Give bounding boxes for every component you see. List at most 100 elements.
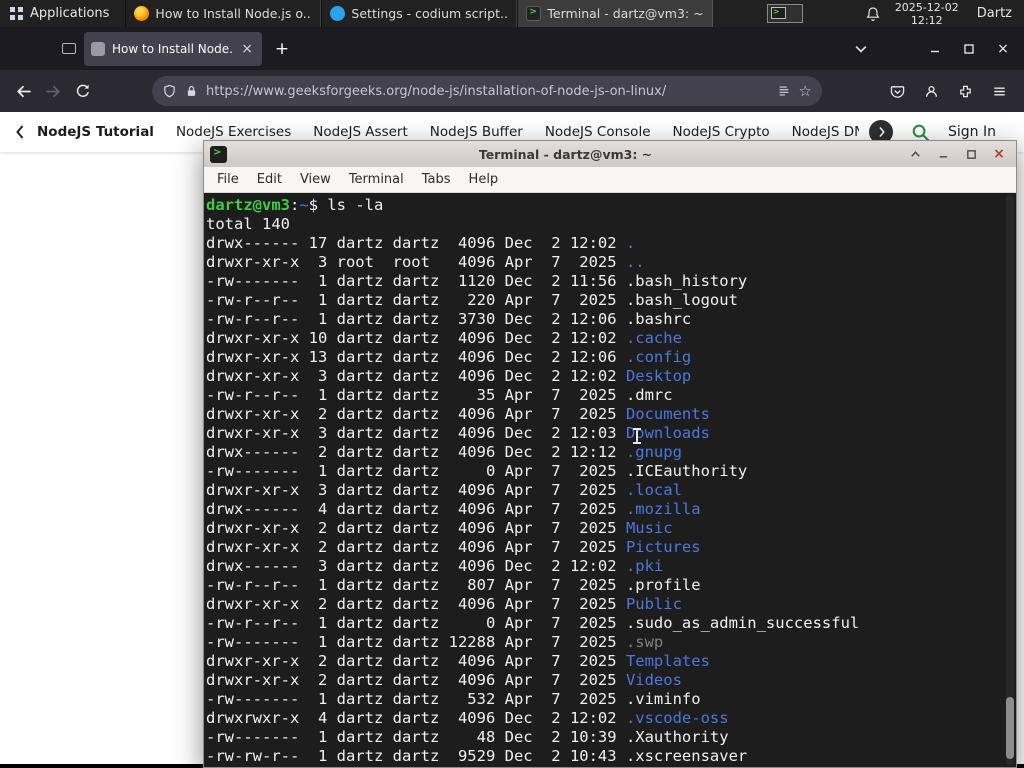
taskbar-button[interactable]: Terminal - dartz@vm3: ~ [517, 0, 714, 27]
notification-bell-icon[interactable] [865, 6, 883, 22]
terminal-text-segment: .profile [625, 576, 701, 594]
terminal-title: Terminal - dartz@vm3: ~ [478, 146, 653, 162]
terminal-text-segment: drwxr-xr-x 3 dartz dartz 4096 Dec 2 12:0… [206, 367, 626, 385]
terminal-scrollbar-thumb[interactable] [1006, 697, 1014, 759]
site-nav-item[interactable]: NodeJS Crypto [673, 124, 770, 140]
terminal-menu-item[interactable]: View [291, 172, 340, 187]
tab-close-icon[interactable]: × [239, 41, 255, 57]
workspace-window-thumbnail [770, 7, 786, 19]
extensions-icon[interactable] [948, 76, 982, 106]
terminal-line: -rw-r--r-- 1 dartz dartz 220 Apr 7 2025 … [206, 291, 1016, 310]
forward-button[interactable] [38, 76, 68, 106]
site-nav-item[interactable]: NodeJS Exercises [176, 124, 291, 140]
pocket-icon[interactable] [880, 76, 914, 106]
reader-view-icon[interactable] [777, 84, 791, 98]
terminal-text-segment: .mozilla [625, 500, 701, 518]
site-nav-item[interactable]: NodeJS Tutorial [37, 124, 154, 140]
terminal-text-segment: drwxr-xr-x 13 dartz dartz 4096 Dec 2 12:… [206, 348, 626, 366]
address-bar[interactable]: https://www.geeksforgeeks.org/node-js/in… [152, 76, 822, 106]
terminal-screen[interactable]: dartz@vm3:~$ ls -la total 140 drwx------ 1… [204, 193, 1016, 767]
clock-time: 12:12 [910, 13, 943, 27]
taskbar-button-label: Terminal - dartz@vm3: ~ [547, 6, 704, 21]
browser-maximize-button[interactable] [952, 27, 986, 70]
terminal-line: drwxr-xr-x 2 dartz dartz 4096 Apr 7 2025… [206, 519, 1016, 538]
taskbar-button[interactable]: How to Install Node.js o... [125, 0, 322, 27]
terminal-line: -rw------- 1 dartz dartz 12288 Apr 7 202… [206, 633, 1016, 652]
terminal-text-segment: Desktop [625, 367, 692, 385]
tracking-shield-icon[interactable] [162, 84, 177, 99]
terminal-menu-item[interactable]: File [208, 172, 248, 187]
applications-menu-button[interactable]: Applications [0, 0, 119, 27]
terminal-line: -rw------- 1 dartz dartz 532 Apr 7 2025 … [206, 690, 1016, 709]
terminal-icon [526, 6, 542, 21]
browser-close-button[interactable]: × [986, 27, 1020, 70]
nav-scroll-left-icon[interactable] [14, 124, 25, 140]
terminal-text-segment: drwx------ 3 dartz dartz 4096 Dec 2 12:0… [206, 557, 626, 575]
terminal-close-button[interactable]: × [988, 144, 1010, 164]
firefox-view-icon[interactable] [56, 36, 82, 62]
site-nav-item[interactable]: NodeJS Assert [313, 124, 408, 140]
panel-right-area: 2025-12-02 12:12 Dartz [766, 1, 1024, 27]
terminal-text-segment: Videos [625, 671, 682, 689]
applications-icon [10, 7, 23, 20]
terminal-line: drwxr-xr-x 3 dartz dartz 4096 Apr 7 2025… [206, 481, 1016, 500]
terminal-maximize-button[interactable] [960, 144, 982, 164]
terminal-line: drwxr-xr-x 3 root root 4096 Apr 7 2025 .… [206, 253, 1016, 272]
terminal-rollup-button[interactable] [904, 144, 926, 164]
terminal-text-segment: drwxr-xr-x 2 dartz dartz 4096 Apr 7 2025 [206, 519, 626, 537]
terminal-text-segment: drwxr-xr-x 2 dartz dartz 4096 Apr 7 2025 [206, 405, 626, 423]
terminal-menu-item[interactable]: Help [460, 172, 508, 187]
terminal-menu-item[interactable]: Tabs [413, 172, 460, 187]
terminal-text-segment: drwxr-xr-x 2 dartz dartz 4096 Apr 7 2025 [206, 538, 626, 556]
hamburger-menu-icon[interactable] [982, 76, 1016, 106]
taskbar-button-label: How to Install Node.js o... [155, 6, 313, 21]
url-text[interactable]: https://www.geeksforgeeks.org/node-js/in… [206, 84, 769, 99]
tab-list-chevron-icon[interactable] [846, 45, 876, 53]
terminal-minimize-button[interactable] [932, 144, 954, 164]
terminal-menu-item[interactable]: Edit [248, 172, 291, 187]
bookmark-star-icon[interactable]: ☆ [799, 82, 812, 100]
taskbar-button-label: Settings - codium script... [351, 6, 509, 21]
firefox-icon [134, 6, 150, 21]
reload-button[interactable] [68, 76, 98, 106]
terminal-text-segment: drwx------ 17 dartz dartz 4096 Dec 2 12:… [206, 234, 626, 252]
terminal-line: drwxr-xr-x 2 dartz dartz 4096 Apr 7 2025… [206, 595, 1016, 614]
site-nav-item[interactable]: NodeJS Buffer [430, 124, 523, 140]
terminal-line: -rw------- 1 dartz dartz 48 Dec 2 10:39 … [206, 728, 1016, 747]
new-tab-button[interactable]: + [268, 35, 296, 63]
browser-tab[interactable]: How to Install Node.js on... × [84, 31, 262, 66]
clock-date: 2025-12-02 [894, 0, 959, 14]
site-nav-item[interactable]: NodeJS Console [545, 124, 651, 140]
account-icon[interactable] [914, 76, 948, 106]
taskbar-button[interactable]: Settings - codium script... [321, 0, 518, 27]
search-icon[interactable] [911, 123, 930, 142]
terminal-text-segment: Documents [625, 405, 710, 423]
terminal-line: -rw-r--r-- 1 dartz dartz 35 Apr 7 2025 .… [206, 386, 1016, 405]
panel-user-label[interactable]: Dartz [977, 6, 1012, 21]
workspace-switcher[interactable] [766, 4, 803, 23]
site-nav-item[interactable]: NodeJS DNS [792, 124, 859, 140]
panel-clock[interactable]: 2025-12-02 12:12 [895, 1, 959, 27]
terminal-line: drwxrwxr-x 4 dartz dartz 4096 Dec 2 12:0… [206, 709, 1016, 728]
lock-icon[interactable] [185, 84, 198, 98]
codium-icon [330, 6, 346, 21]
terminal-text-segment: .gnupg [625, 443, 682, 461]
terminal-text-segment: -rw------- 1 dartz dartz 532 Apr 7 2025 [206, 690, 626, 708]
terminal-text-segment: -rw-rw-r-- 1 dartz dartz 9529 Dec 2 10:4… [206, 747, 626, 765]
browser-minimize-button[interactable] [918, 27, 952, 70]
terminal-text-segment: : [290, 196, 300, 214]
site-nav-items: NodeJS Tutorial NodeJS Exercises NodeJS As… [37, 124, 859, 140]
terminal-text-segment: -rw-r--r-- 1 dartz dartz 220 Apr 7 2025 [206, 291, 626, 309]
terminal-text-segment: .xscreensaver [625, 747, 748, 765]
back-button[interactable] [8, 76, 38, 106]
terminal-line: drwx------ 4 dartz dartz 4096 Apr 7 2025… [206, 500, 1016, 519]
terminal-line: drwxr-xr-x 2 dartz dartz 4096 Apr 7 2025… [206, 671, 1016, 690]
terminal-titlebar[interactable]: Terminal - dartz@vm3: ~ × [204, 141, 1016, 167]
sign-in-button[interactable]: Sign In [948, 124, 996, 140]
terminal-menu-item[interactable]: Terminal [340, 172, 413, 187]
terminal-scrollbar[interactable] [1006, 195, 1014, 765]
terminal-text-segment: .dmrc [625, 386, 673, 404]
terminal-text-segment: .swp [625, 633, 664, 651]
terminal-text-segment: drwxr-xr-x 2 dartz dartz 4096 Apr 7 2025 [206, 652, 626, 670]
terminal-text-segment: .sudo_as_admin_successful [625, 614, 860, 632]
